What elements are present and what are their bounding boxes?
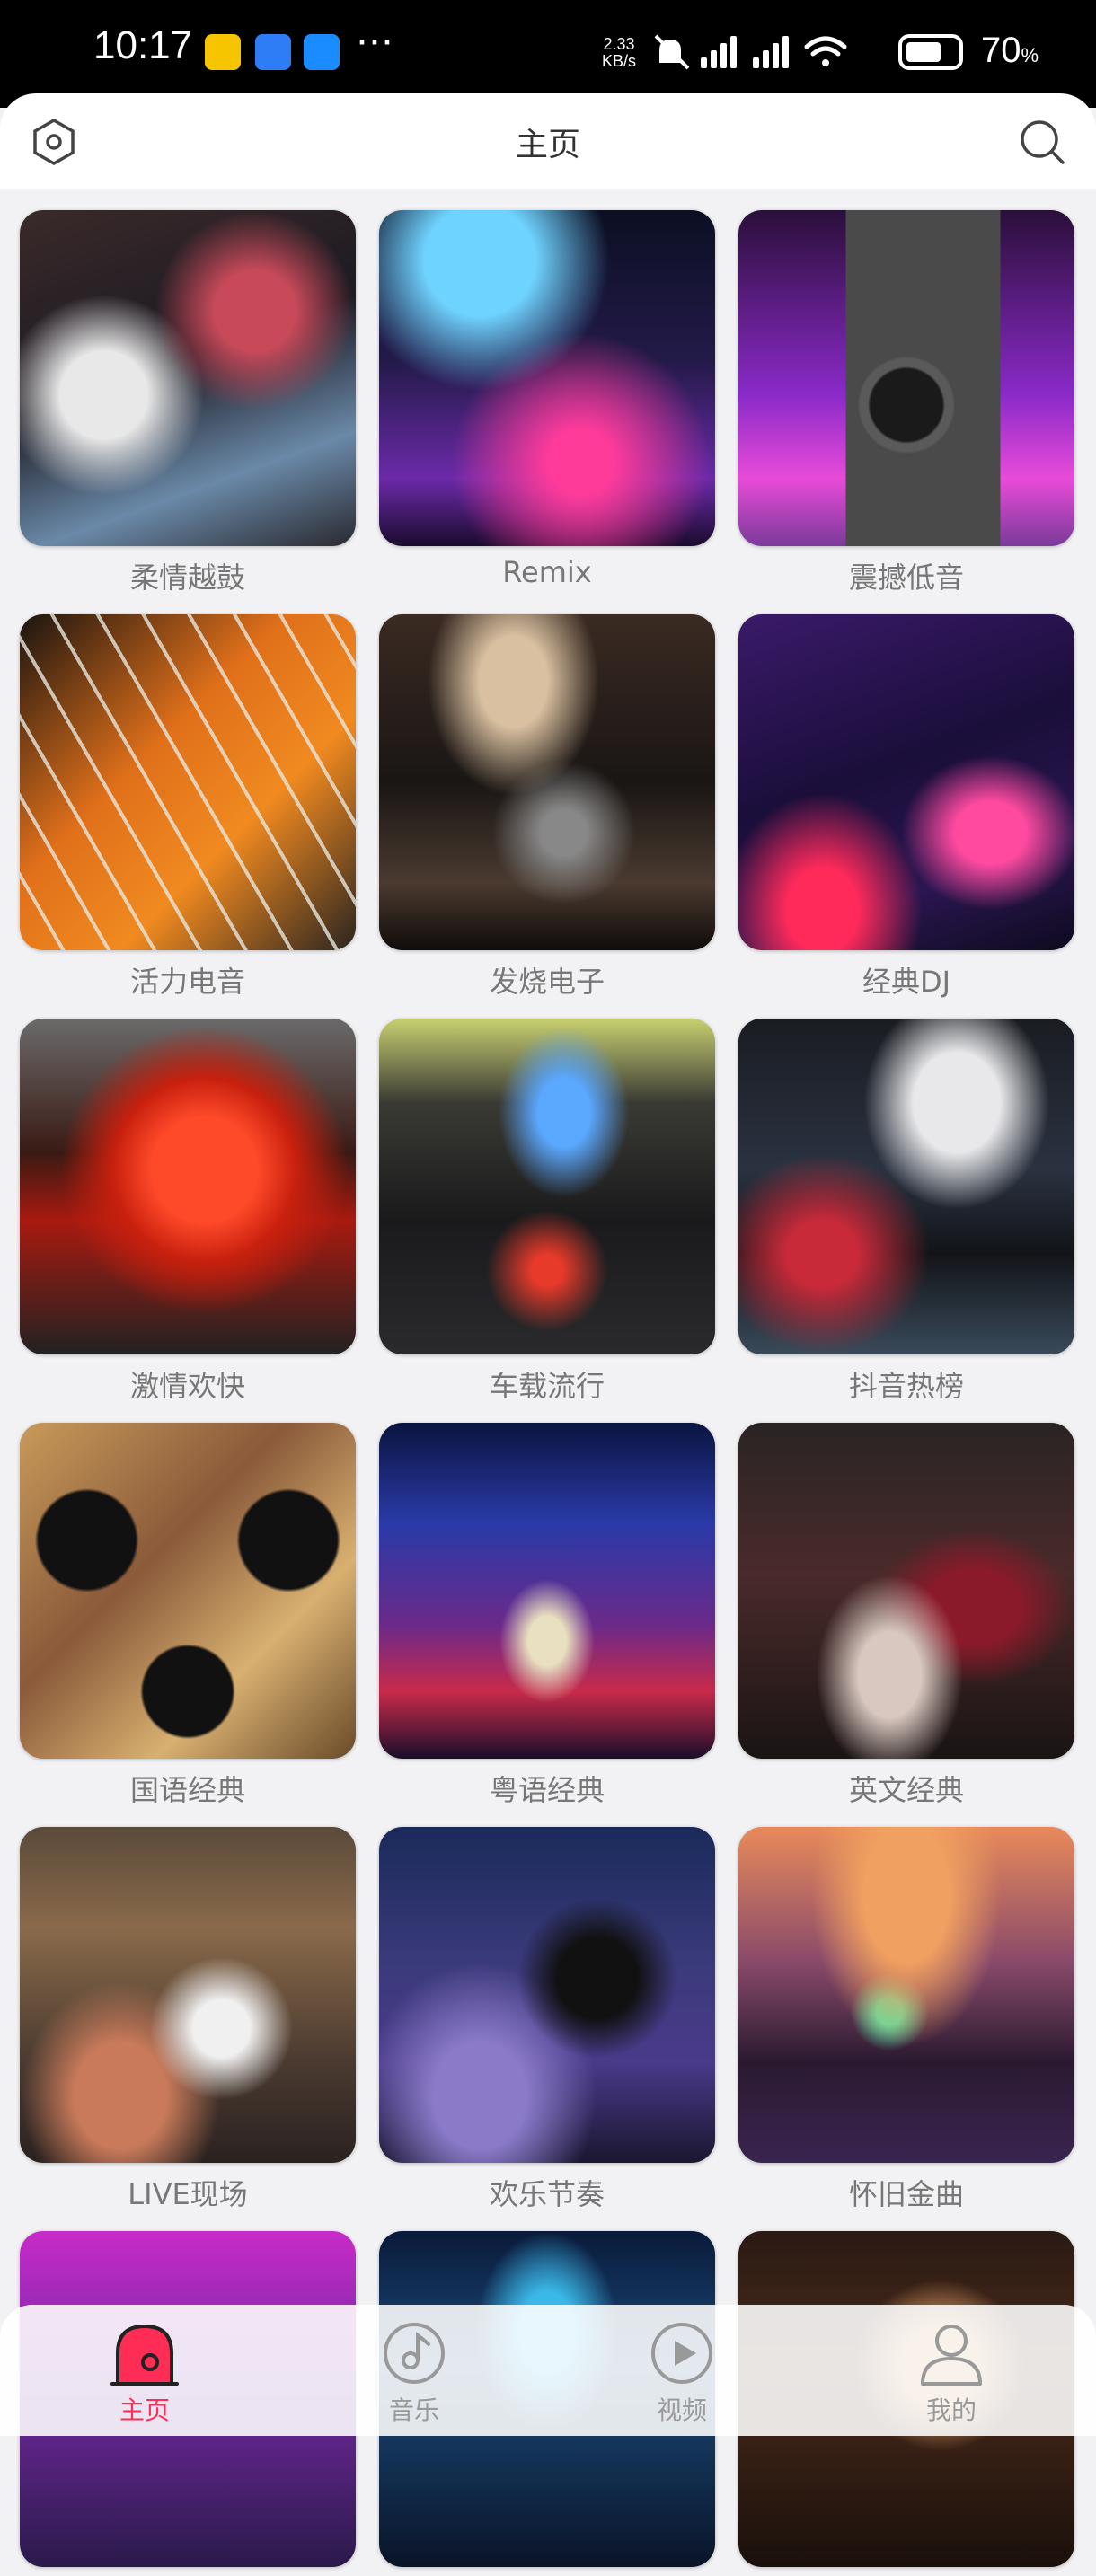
status-bar: 10:17 ··· 2.33 KB/s 70% (0, 0, 1096, 108)
category-thumbnail (379, 614, 715, 950)
page-title: 主页 (515, 127, 580, 163)
category-tile[interactable]: Remix (379, 210, 715, 589)
category-tile[interactable]: 怀旧金曲 (738, 1827, 1074, 2213)
status-time: 10:17 (93, 23, 193, 67)
profile-icon (921, 2325, 982, 2386)
category-tile[interactable]: LIVE现场 (20, 1827, 356, 2213)
category-thumbnail (738, 1423, 1074, 1759)
status-icons (654, 34, 847, 70)
category-tile[interactable]: 震撼低音 (738, 210, 1074, 596)
category-label: 抖音热榜 (848, 1369, 964, 1403)
category-tile[interactable]: 欢乐节奏 (379, 1827, 715, 2213)
category-tile[interactable]: 国语经典 (20, 1423, 356, 1809)
nav-home[interactable]: 主页 (77, 2317, 212, 2427)
category-label: 欢乐节奏 (489, 2177, 605, 2211)
category-tile[interactable]: 发烧电子 (379, 614, 715, 1001)
category-thumbnail (20, 210, 356, 546)
category-thumbnail (738, 210, 1074, 546)
category-tile[interactable]: 经典DJ (738, 614, 1074, 1001)
wifi-icon (804, 36, 847, 66)
nav-label-home: 主页 (119, 2395, 170, 2425)
category-thumbnail (20, 1423, 356, 1759)
category-thumbnail (20, 1019, 356, 1354)
battery-icon (898, 34, 963, 70)
category-thumbnail (738, 1827, 1074, 2163)
signal-2-icon (753, 36, 789, 68)
category-thumbnail (20, 1827, 356, 2163)
browser-app-icon (255, 34, 291, 70)
more-notifications-icon: ··· (356, 20, 393, 66)
category-thumbnail (379, 1423, 715, 1759)
search-icon[interactable] (1017, 117, 1067, 167)
mute-icon (654, 34, 690, 70)
category-thumbnail (379, 210, 715, 546)
notification-app-icon (205, 34, 241, 70)
category-thumbnail (738, 1019, 1074, 1354)
category-label: 柔情越鼓 (129, 560, 245, 595)
category-label: 英文经典 (848, 1773, 964, 1807)
nav-music[interactable]: 音乐 (347, 2317, 482, 2427)
app-header: 主页 (0, 93, 1096, 189)
nav-label-video: 视频 (656, 2395, 707, 2425)
category-label: 活力电音 (129, 965, 245, 999)
category-tile[interactable]: 车载流行 (379, 1019, 715, 1405)
category-tile[interactable]: 激情欢快 (20, 1019, 356, 1405)
category-thumbnail (379, 1827, 715, 2163)
signal-1-icon (701, 36, 737, 68)
network-speed: 2.33 KB/s (602, 35, 637, 70)
category-label: 车载流行 (489, 1369, 605, 1403)
category-label: 国语经典 (129, 1773, 245, 1807)
battery-level (906, 42, 941, 62)
music-note-icon (384, 2323, 445, 2384)
category-label: 怀旧金曲 (848, 2177, 964, 2211)
nav-profile[interactable]: 我的 (884, 2317, 1019, 2427)
nav-label-profile: 我的 (925, 2395, 977, 2425)
category-tile[interactable]: 活力电音 (20, 614, 356, 1001)
nav-video[interactable]: 视频 (614, 2317, 749, 2427)
category-label: 激情欢快 (129, 1369, 245, 1403)
category-label: 发烧电子 (489, 965, 605, 999)
category-thumbnail (20, 614, 356, 950)
play-icon (651, 2323, 712, 2384)
bottom-navigation: 主页 音乐 视频 我的 (0, 2305, 1096, 2436)
category-label: LIVE现场 (128, 2177, 248, 2211)
app-store-icon (304, 34, 340, 70)
category-tile[interactable]: 抖音热榜 (738, 1019, 1074, 1405)
battery-percent: 70% (981, 31, 1039, 70)
category-label: 粤语经典 (489, 1773, 605, 1807)
category-thumbnail (379, 1019, 715, 1354)
category-tile[interactable]: 柔情越鼓 (20, 210, 356, 596)
category-label: 经典DJ (862, 965, 951, 999)
category-label: 震撼低音 (848, 560, 964, 595)
nav-label-music: 音乐 (388, 2395, 439, 2425)
category-label: Remix (502, 555, 592, 589)
category-thumbnail (738, 614, 1074, 950)
category-tile[interactable]: 英文经典 (738, 1423, 1074, 1809)
home-icon (110, 2324, 179, 2386)
category-tile[interactable]: 粤语经典 (379, 1423, 715, 1809)
